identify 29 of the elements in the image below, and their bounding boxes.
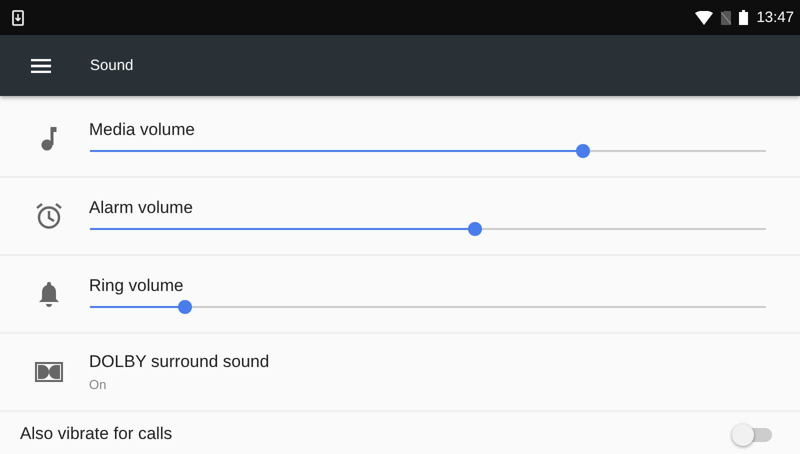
volume-slider[interactable] — [90, 300, 766, 314]
volume-slider[interactable] — [90, 144, 766, 158]
volume-slider[interactable] — [90, 222, 766, 236]
double-d-icon — [35, 362, 63, 382]
setting-label: DOLBY surround sound — [89, 352, 270, 372]
setting-summary: On — [89, 377, 108, 392]
settings-item[interactable]: Alarm volume — [0, 178, 800, 256]
setting-label: Also vibrate for calls — [20, 424, 174, 444]
music-note-icon — [41, 125, 57, 151]
slider-thumb[interactable] — [576, 144, 590, 158]
toggle-switch[interactable] — [732, 424, 772, 446]
settings-item[interactable]: Also vibrate for calls — [0, 412, 800, 454]
bell-icon — [38, 281, 60, 307]
no-sim-icon — [721, 10, 732, 24]
slider-thumb[interactable] — [178, 300, 192, 314]
setting-label: Alarm volume — [89, 198, 194, 218]
menu-icon — [31, 58, 51, 72]
status-time: 13:47 — [756, 9, 794, 26]
slider-thumb[interactable] — [468, 222, 482, 236]
settings-item[interactable]: Ring volume — [0, 256, 800, 334]
setting-label: Media volume — [89, 120, 196, 140]
settings-item[interactable]: DOLBY surround sound On — [0, 334, 800, 412]
settings-item[interactable]: Media volume — [0, 100, 800, 178]
toolbar-title: Sound — [90, 57, 134, 74]
alarm-clock-icon — [35, 202, 63, 230]
setting-label: Ring volume — [89, 276, 184, 296]
phone-download-icon — [12, 10, 24, 26]
battery-icon — [739, 10, 748, 25]
wifi-icon — [695, 10, 714, 24]
